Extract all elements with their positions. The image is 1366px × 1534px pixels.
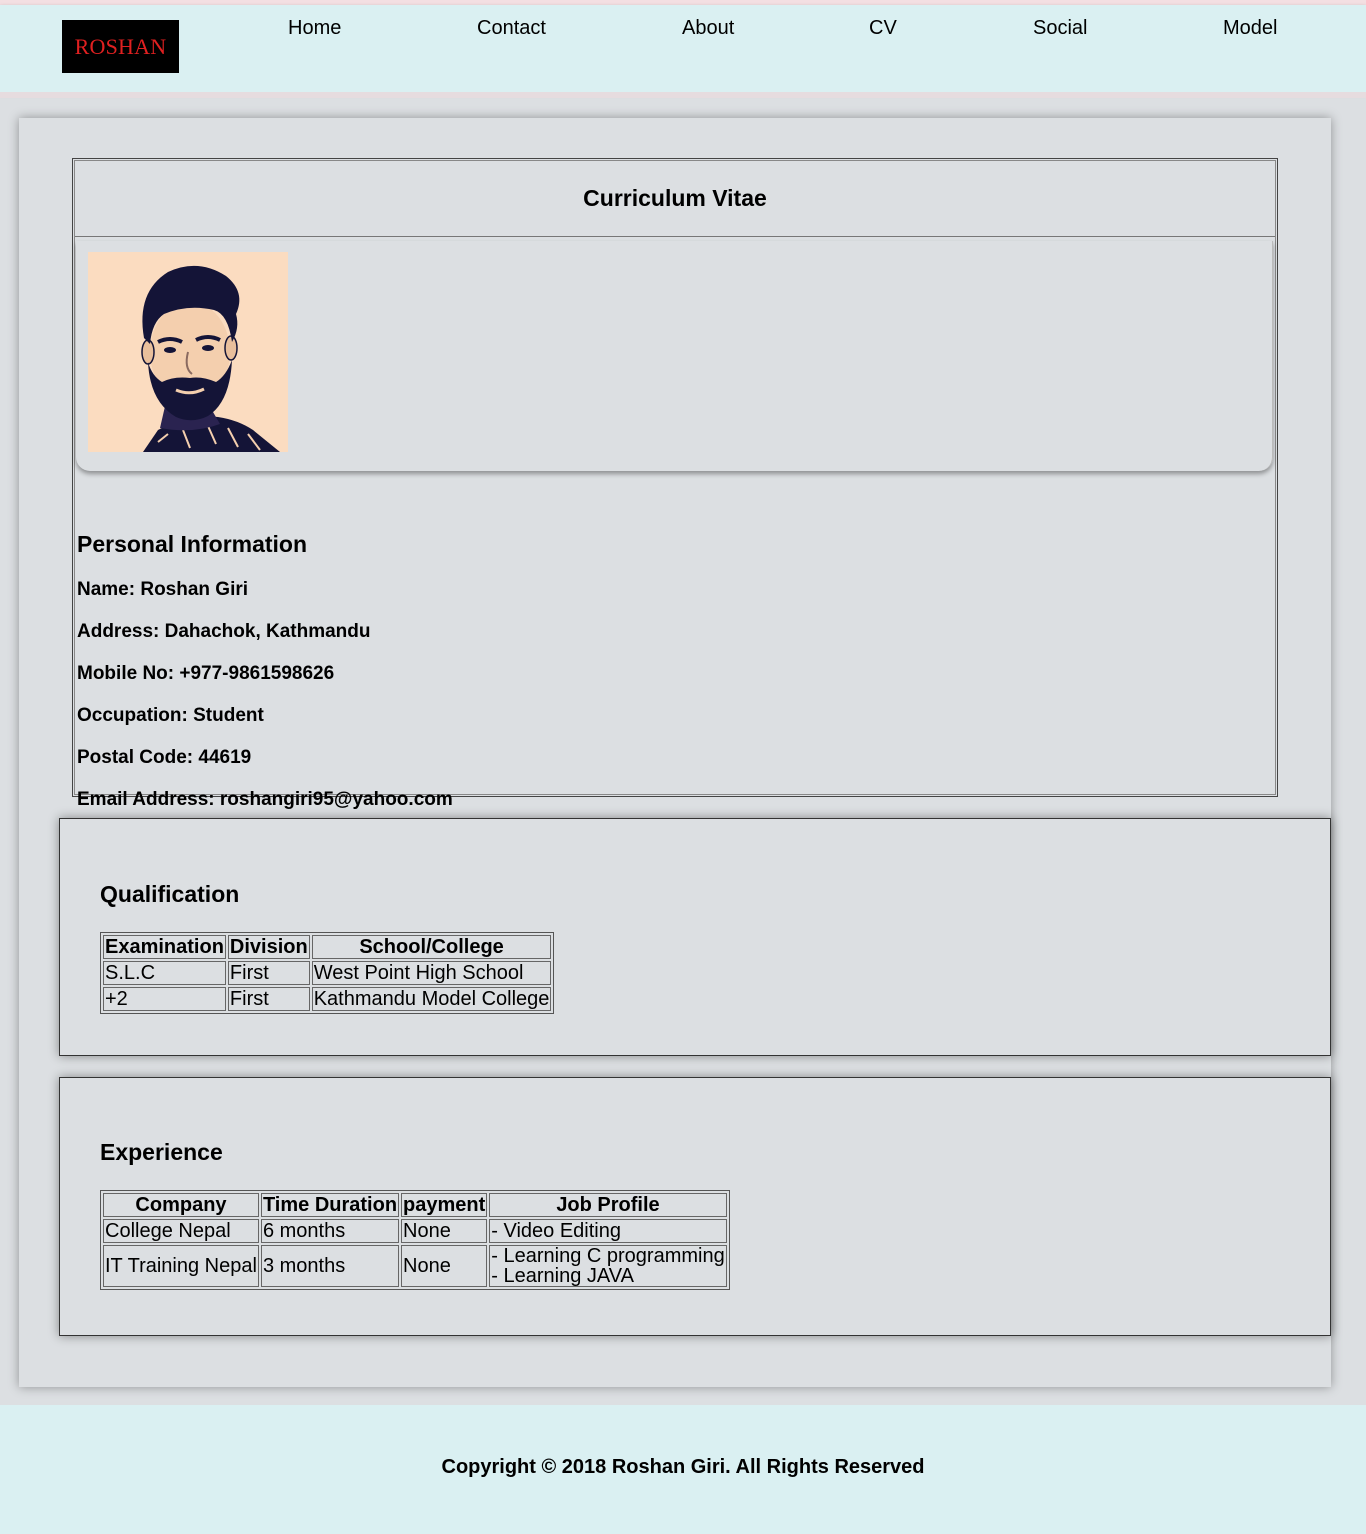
table-row: IT Training Nepal 3 months None - Learni… (103, 1245, 727, 1287)
nav-divider (0, 92, 1366, 98)
site-logo[interactable]: ROSHAN (62, 20, 179, 73)
table-cell: None (401, 1245, 488, 1287)
table-row: S.L.C First West Point High School (103, 961, 552, 985)
nav-link-contact[interactable]: Contact (477, 17, 546, 40)
qualification-section: Qualification Examination Division Schoo… (59, 818, 1331, 1056)
table-cell: - Learning C programming - Learning JAVA (489, 1245, 727, 1287)
nav-link-about[interactable]: About (682, 17, 734, 40)
nav-link-model[interactable]: Model (1223, 17, 1277, 40)
table-row: +2 First Kathmandu Model College (103, 987, 552, 1011)
personal-address: Address: Dahachok, Kathmandu (77, 621, 371, 642)
table-cell: +2 (103, 987, 226, 1011)
personal-info-heading: Personal Information (77, 531, 308, 557)
table-cell: None (401, 1219, 488, 1243)
table-cell: 3 months (260, 1245, 400, 1287)
job-profile-line: - Learning C programming (491, 1245, 725, 1267)
qualification-table: Examination Division School/College S.L.… (100, 932, 555, 1014)
table-header-cell: Time Duration (260, 1193, 400, 1217)
personal-name: Name: Roshan Giri (77, 579, 249, 600)
table-cell: West Point High School (311, 961, 552, 985)
table-cell: S.L.C (103, 961, 226, 985)
personal-mobile: Mobile No: +977-9861598626 (77, 663, 335, 684)
main-content: Curriculum Vitae Personal Information Na… (19, 118, 1331, 1387)
nav-link-cv[interactable]: CV (869, 17, 897, 40)
table-header-cell: payment (401, 1193, 488, 1217)
table-cell: IT Training Nepal (103, 1245, 259, 1287)
table-header-row: Company Time Duration payment Job Profil… (103, 1193, 727, 1217)
portrait-image (88, 252, 288, 452)
experience-table: Company Time Duration payment Job Profil… (100, 1190, 730, 1290)
table-header-cell: School/College (311, 935, 552, 959)
experience-heading: Experience (100, 1139, 223, 1165)
table-header-row: Examination Division School/College (103, 935, 552, 959)
personal-postal-code: Postal Code: 44619 (77, 747, 252, 768)
table-cell: - Video Editing (489, 1219, 727, 1243)
profile-photo (88, 252, 288, 452)
table-header-cell: Job Profile (489, 1193, 727, 1217)
cv-title: Curriculum Vitae (583, 185, 767, 211)
navbar: ROSHAN Home Contact About CV Social Mode… (0, 5, 1366, 92)
photo-panel (76, 241, 1273, 471)
table-cell: Kathmandu Model College (311, 987, 552, 1011)
qualification-heading: Qualification (100, 881, 240, 907)
job-profile-line: - Video Editing (491, 1220, 621, 1242)
table-header-cell: Examination (103, 935, 226, 959)
personal-email: Email Address: roshangiri95@yahoo.com (77, 789, 453, 810)
table-cell: College Nepal (103, 1219, 259, 1243)
nav-link-social[interactable]: Social (1033, 17, 1087, 40)
nav-link-home[interactable]: Home (288, 17, 341, 40)
table-cell: 6 months (260, 1219, 400, 1243)
experience-section: Experience Company Time Duration payment… (59, 1077, 1331, 1336)
table-header-cell: Company (103, 1193, 259, 1217)
table-cell: First (227, 961, 310, 985)
table-header-cell: Division (227, 935, 310, 959)
personal-occupation: Occupation: Student (77, 705, 264, 726)
table-row: College Nepal 6 months None - Video Edit… (103, 1219, 727, 1243)
job-profile-line: - Learning JAVA (491, 1265, 634, 1287)
cv-card: Curriculum Vitae Personal Information Na… (72, 158, 1278, 810)
cv-title-bar: Curriculum Vitae (75, 161, 1275, 237)
footer: Copyright © 2018 Roshan Giri. All Rights… (0, 1405, 1366, 1534)
table-cell: First (227, 987, 310, 1011)
copyright-text: Copyright © 2018 Roshan Giri. All Rights… (441, 1456, 925, 1478)
